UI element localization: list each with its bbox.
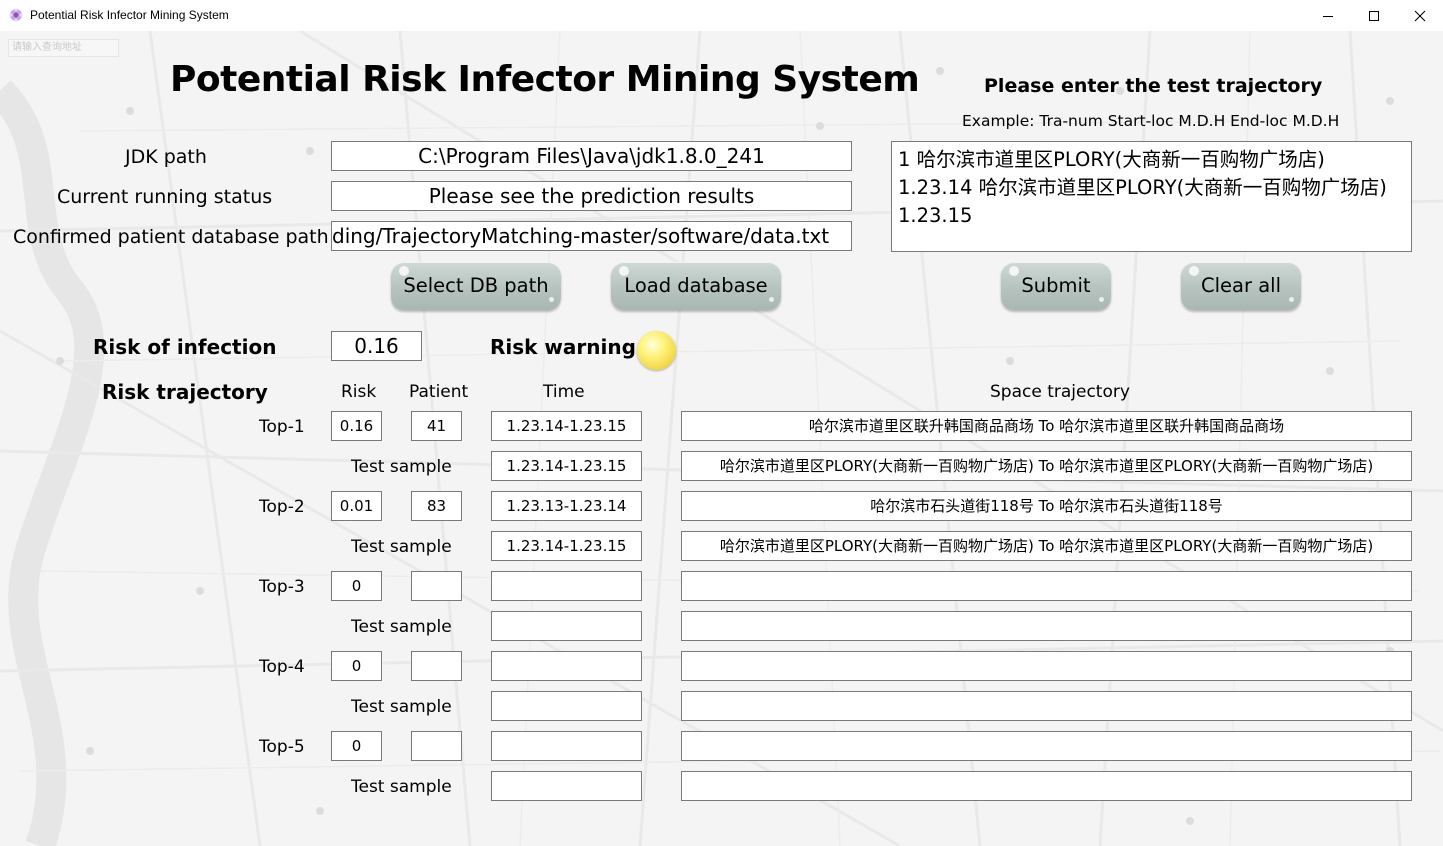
test-sample-label: Test sample <box>351 777 452 797</box>
submit-label: Submit <box>1021 274 1091 297</box>
sample-time-field-top-1[interactable]: 1.23.14-1.23.15 <box>491 451 642 481</box>
row-label-top-5: Top-5 <box>259 737 305 757</box>
running-status-field[interactable]: Please see the prediction results <box>331 181 852 211</box>
patient-field-top-1[interactable]: 41 <box>411 411 462 441</box>
risk-field-top-4[interactable]: 0 <box>331 651 382 681</box>
map-search-input: 请输入查询地址 <box>8 39 119 57</box>
jdk-path-label: JDK path <box>125 146 207 168</box>
title-bar: Potential Risk Infector Mining System <box>0 0 1443 32</box>
db-path-field[interactable]: ding/TrajectoryMatching-master/software/… <box>331 221 852 251</box>
select-db-path-button[interactable]: Select DB path <box>391 262 561 310</box>
time-field-top-2[interactable]: 1.23.13-1.23.14 <box>491 491 642 521</box>
maximize-icon <box>1369 10 1379 21</box>
clear-all-button[interactable]: Clear all <box>1181 262 1301 310</box>
column-header-space-trajectory: Space trajectory <box>990 382 1130 402</box>
risk-warning-label: Risk warning <box>490 335 636 359</box>
test-trajectory-input[interactable]: 1 哈尔滨市道里区PLORY(大商新一百购物广场店) 1.23.14 哈尔滨市道… <box>891 141 1412 252</box>
time-field-top-1[interactable]: 1.23.14-1.23.15 <box>491 411 642 441</box>
column-header-time: Time <box>543 382 585 402</box>
row-label-top-1: Top-1 <box>259 417 305 437</box>
button-gloss <box>1289 297 1294 302</box>
space-field-top-5[interactable] <box>681 731 1412 761</box>
risk-trajectory-label: Risk trajectory <box>102 380 268 404</box>
space-field-top-2[interactable]: 哈尔滨市石头道街118号 To 哈尔滨市石头道街118号 <box>681 491 1412 521</box>
minimize-button[interactable] <box>1305 0 1351 31</box>
patient-field-top-5[interactable] <box>411 731 462 761</box>
risk-warning-indicator <box>637 331 676 370</box>
sample-space-field-top-2[interactable]: 哈尔滨市道里区PLORY(大商新一百购物广场店) To 哈尔滨市道里区PLORY… <box>681 531 1412 561</box>
time-field-top-3[interactable] <box>491 571 642 601</box>
test-trajectory-example: Example: Tra-num Start-loc M.D.H End-loc… <box>962 112 1340 130</box>
risk-of-infection-label: Risk of infection <box>93 335 277 359</box>
row-label-top-2: Top-2 <box>259 497 305 517</box>
patient-field-top-2[interactable]: 83 <box>411 491 462 521</box>
sample-space-field-top-3[interactable] <box>681 611 1412 641</box>
close-icon <box>1414 10 1426 21</box>
risk-field-top-2[interactable]: 0.01 <box>331 491 382 521</box>
risk-field-top-3[interactable]: 0 <box>331 571 382 601</box>
test-sample-label: Test sample <box>351 697 452 717</box>
risk-of-infection-field[interactable]: 0.16 <box>331 331 422 361</box>
main-window: 请输入查询地址 Potential Risk Infector Mining S… <box>0 31 1443 846</box>
risk-field-top-1[interactable]: 0.16 <box>331 411 382 441</box>
row-label-top-3: Top-3 <box>259 577 305 597</box>
submit-button[interactable]: Submit <box>1001 262 1111 310</box>
sample-time-field-top-3[interactable] <box>491 611 642 641</box>
test-sample-label: Test sample <box>351 617 452 637</box>
test-trajectory-heading: Please enter the test trajectory <box>984 75 1323 97</box>
clear-all-label: Clear all <box>1201 274 1281 297</box>
button-gloss <box>769 297 774 302</box>
close-button[interactable] <box>1397 0 1443 31</box>
sample-time-field-top-4[interactable] <box>491 691 642 721</box>
db-path-label: Confirmed patient database path <box>13 226 329 248</box>
button-gloss <box>1099 297 1104 302</box>
column-header-risk: Risk <box>341 382 377 402</box>
sample-space-field-top-1[interactable]: 哈尔滨市道里区PLORY(大商新一百购物广场店) To 哈尔滨市道里区PLORY… <box>681 451 1412 481</box>
minimize-icon <box>1323 15 1333 17</box>
space-field-top-3[interactable] <box>681 571 1412 601</box>
column-header-patient: Patient <box>409 382 469 402</box>
time-field-top-5[interactable] <box>491 731 642 761</box>
time-field-top-4[interactable] <box>491 651 642 681</box>
sample-time-field-top-2[interactable]: 1.23.14-1.23.15 <box>491 531 642 561</box>
load-database-button[interactable]: Load database <box>611 262 781 310</box>
jdk-path-field[interactable]: C:\Program Files\Java\jdk1.8.0_241 <box>331 141 852 171</box>
button-gloss <box>1009 266 1019 276</box>
patient-field-top-3[interactable] <box>411 571 462 601</box>
space-field-top-4[interactable] <box>681 651 1412 681</box>
flower-app-icon <box>9 8 23 22</box>
test-sample-label: Test sample <box>351 457 452 477</box>
button-gloss <box>549 297 554 302</box>
page-title: Potential Risk Infector Mining System <box>170 59 920 100</box>
risk-field-top-5[interactable]: 0 <box>331 731 382 761</box>
space-field-top-1[interactable]: 哈尔滨市道里区联升韩国商品商场 To 哈尔滨市道里区联升韩国商品商场 <box>681 411 1412 441</box>
load-database-label: Load database <box>624 274 768 297</box>
window-title: Potential Risk Infector Mining System <box>30 8 229 22</box>
test-sample-label: Test sample <box>351 537 452 557</box>
sample-space-field-top-4[interactable] <box>681 691 1412 721</box>
sample-space-field-top-5[interactable] <box>681 771 1412 801</box>
maximize-button[interactable] <box>1351 0 1397 31</box>
button-gloss <box>1189 266 1199 276</box>
select-db-path-label: Select DB path <box>403 274 549 297</box>
running-status-label: Current running status <box>57 186 273 208</box>
row-label-top-4: Top-4 <box>259 657 305 677</box>
sample-time-field-top-5[interactable] <box>491 771 642 801</box>
patient-field-top-4[interactable] <box>411 651 462 681</box>
